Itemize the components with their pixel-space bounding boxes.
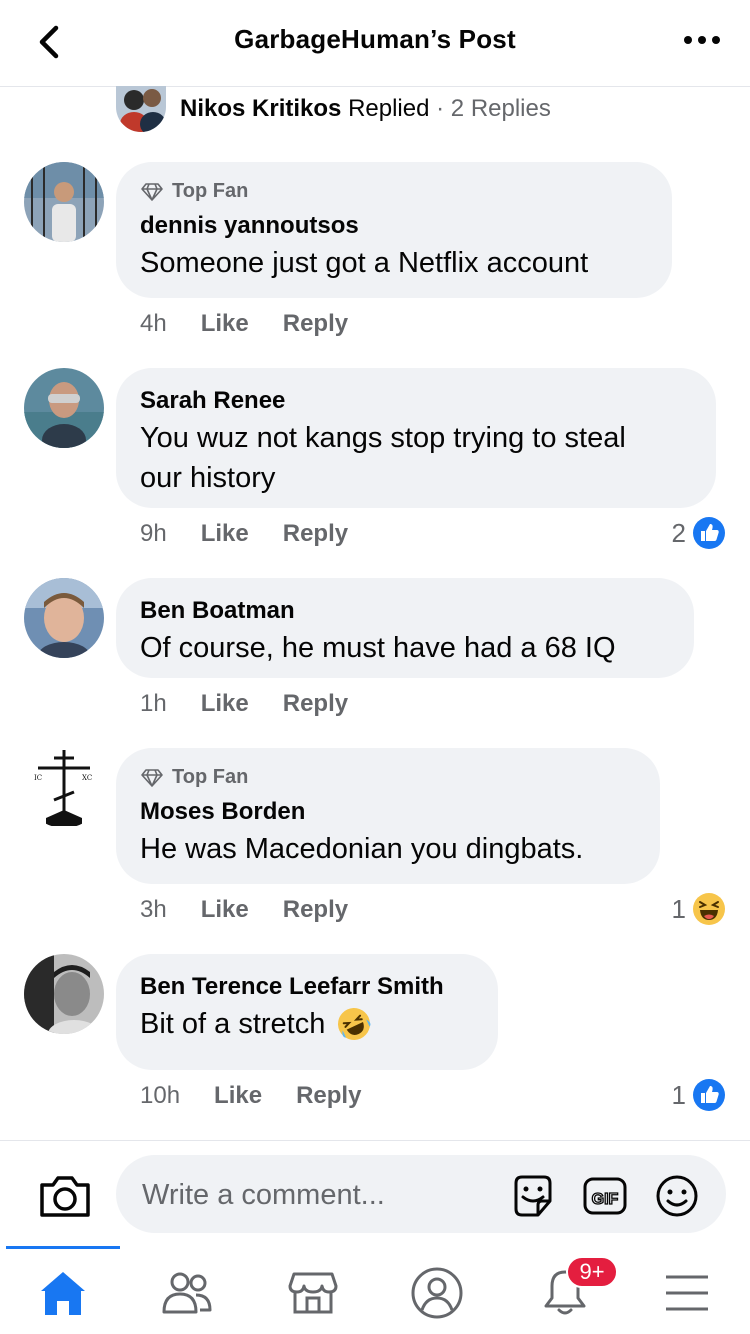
comment-text: Of course, he must have had a 68 IQ	[140, 632, 616, 664]
reaction-summary[interactable]: 1	[672, 892, 726, 926]
like-reaction-icon	[693, 1079, 725, 1111]
comment-time: 9h	[140, 520, 167, 547]
reaction-count: 1	[671, 1079, 686, 1110]
reaction-count: 1	[671, 893, 686, 924]
haha-reaction-icon	[693, 893, 725, 925]
camera-icon[interactable]	[38, 1173, 92, 1219]
comment-author[interactable]: Ben Terence Leefarr Smith	[140, 972, 474, 1002]
nav-friends[interactable]	[152, 1258, 222, 1328]
comment-input[interactable]	[140, 1169, 484, 1221]
comment-bubble[interactable]: Sarah Renee You wuz not kangs stop tryin…	[116, 368, 716, 508]
comment-text: Someone just got a Netflix account	[140, 247, 589, 279]
replied-verb: Replied	[348, 95, 430, 122]
comment-author[interactable]: Moses Borden	[140, 797, 636, 827]
svg-text:IC: IC	[34, 774, 42, 782]
avatar[interactable]	[24, 162, 104, 242]
like-button[interactable]: Like	[201, 896, 249, 924]
avatar	[116, 86, 166, 132]
bottom-navigation	[0, 1246, 750, 1334]
comment-author[interactable]: Sarah Renee	[140, 386, 692, 416]
rolling-laughing-emoji-icon	[338, 1008, 371, 1040]
top-fan-label: Top Fan	[172, 180, 249, 202]
comment-bubble[interactable]: Ben Terence Leefarr Smith Bit of a stret…	[116, 954, 498, 1070]
reply-button[interactable]: Reply	[283, 896, 348, 924]
reply-button[interactable]: Reply	[283, 310, 348, 338]
replied-name[interactable]: Nikos Kritikos	[180, 95, 341, 122]
comment-text-row: Bit of a stretch	[140, 1004, 474, 1044]
avatar[interactable]	[24, 954, 104, 1034]
comment-actions: 3h Like Reply	[140, 896, 382, 924]
reaction-summary[interactable]: 2	[672, 516, 726, 550]
like-button[interactable]: Like	[201, 690, 249, 718]
top-fan-label: Top Fan	[172, 766, 249, 788]
sticker-icon[interactable]	[510, 1173, 556, 1219]
avatar[interactable]: IC XC	[24, 748, 104, 828]
diamond-icon	[141, 768, 163, 787]
nav-home[interactable]	[28, 1258, 98, 1328]
comment-bubble[interactable]: Ben Boatman Of course, he must have had …	[116, 578, 694, 678]
replied-separator: ·	[436, 95, 445, 122]
more-options-icon[interactable]	[682, 28, 722, 52]
comment-time: 4h	[140, 310, 167, 337]
comment-time: 1h	[140, 690, 167, 717]
notifications-badge: 9+	[566, 1256, 618, 1288]
emoji-icon[interactable]	[654, 1173, 700, 1219]
top-fan-badge: Top Fan	[140, 180, 648, 203]
replies-summary-text: Nikos Kritikos Replied · 2 Replies	[180, 95, 551, 123]
comment-bubble[interactable]: Top Fan Moses Borden He was Macedonian y…	[116, 748, 660, 884]
reaction-summary[interactable]: 1	[672, 1078, 726, 1112]
replies-summary[interactable]: Nikos Kritikos Replied · 2 Replies	[116, 86, 551, 132]
active-tab-indicator	[6, 1246, 120, 1249]
nav-marketplace[interactable]	[278, 1258, 348, 1328]
home-icon	[41, 1272, 85, 1315]
nav-profile[interactable]	[402, 1258, 472, 1328]
svg-text:XC: XC	[82, 774, 92, 782]
comment-actions: 1h Like Reply	[140, 690, 382, 718]
reply-button[interactable]: Reply	[283, 690, 348, 718]
page-title: GarbageHuman’s Post	[234, 24, 516, 54]
gif-icon[interactable]: GIF	[582, 1173, 628, 1219]
comment-actions: 4h Like Reply	[140, 310, 382, 338]
marketplace-icon	[288, 1272, 338, 1314]
avatar[interactable]	[24, 368, 104, 448]
comment-composer: GIF	[0, 1140, 750, 1247]
like-button[interactable]: Like	[214, 1082, 262, 1110]
comment-time: 3h	[140, 896, 167, 923]
comment-actions: 9h Like Reply	[140, 520, 382, 548]
like-reaction-icon	[693, 517, 725, 549]
diamond-icon	[141, 182, 163, 201]
comment-text: Bit of a stretch	[140, 1008, 326, 1040]
friends-icon	[162, 1272, 212, 1314]
hamburger-menu-icon	[666, 1275, 708, 1311]
comment-text: He was Macedonian you dingbats.	[140, 833, 584, 865]
like-button[interactable]: Like	[201, 310, 249, 338]
comment-input-container: GIF	[116, 1155, 726, 1233]
comment-text-line: our history	[140, 462, 276, 494]
reaction-count: 2	[671, 517, 686, 548]
reply-button[interactable]: Reply	[283, 520, 348, 548]
reply-button[interactable]: Reply	[296, 1082, 361, 1110]
svg-text:GIF: GIF	[592, 1191, 619, 1208]
avatar[interactable]	[24, 578, 104, 658]
comment-author[interactable]: Ben Boatman	[140, 596, 670, 626]
like-button[interactable]: Like	[201, 520, 249, 548]
top-bar: GarbageHuman’s Post	[0, 0, 750, 87]
replied-count: 2 Replies	[450, 95, 551, 122]
comment-bubble[interactable]: Top Fan dennis yannoutsos Someone just g…	[116, 162, 672, 298]
comment-author[interactable]: dennis yannoutsos	[140, 211, 648, 241]
comment-actions: 10h Like Reply	[140, 1082, 395, 1110]
profile-icon	[411, 1267, 463, 1319]
nav-menu[interactable]	[652, 1258, 722, 1328]
comment-text-line: You wuz not kangs stop trying to steal	[140, 422, 626, 454]
comment-time: 10h	[140, 1082, 181, 1109]
top-fan-badge: Top Fan	[140, 766, 636, 789]
